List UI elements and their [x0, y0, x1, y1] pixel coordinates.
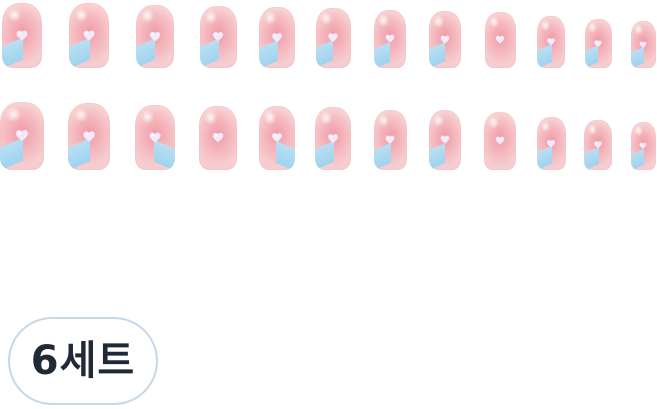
- nail-gloss-highlight: [74, 7, 89, 22]
- heart-icon: [212, 27, 224, 46]
- nail-gloss-highlight: [588, 22, 598, 34]
- heart-icon: [594, 137, 602, 152]
- set-count-label: 6세트: [30, 338, 136, 384]
- press-on-nail: [0, 102, 44, 170]
- press-on-nail: [630, 122, 656, 170]
- nail-gloss-highlight: [634, 24, 643, 35]
- nail-gloss-highlight: [264, 11, 277, 25]
- heart-icon: [385, 131, 395, 149]
- heart-icon: [440, 131, 450, 149]
- press-on-nail: [2, 3, 42, 68]
- nail-gloss-highlight: [320, 111, 333, 126]
- heart-icon: [149, 127, 161, 147]
- nail-gloss-highlight: [141, 9, 155, 24]
- nail-gloss-highlight: [540, 19, 551, 32]
- heart-icon: [639, 37, 647, 51]
- press-on-nail: [429, 11, 461, 68]
- heart-icon: [440, 31, 450, 48]
- press-on-nail: [136, 5, 174, 68]
- heart-icon: [15, 125, 29, 145]
- nail-gloss-highlight: [204, 10, 218, 24]
- heart-icon: [327, 129, 339, 148]
- press-on-nail: [584, 19, 612, 68]
- heart-icon: [547, 34, 555, 50]
- nail-gloss-highlight: [433, 14, 445, 28]
- press-on-nail: [315, 107, 351, 170]
- heart-icon: [16, 25, 28, 45]
- nail-gloss-highlight: [320, 12, 333, 26]
- heart-icon: [271, 128, 283, 147]
- heart-icon: [271, 28, 283, 46]
- press-on-nail: [373, 110, 407, 170]
- nail-row-2: [0, 98, 657, 176]
- press-on-nail: [374, 10, 406, 68]
- heart-icon: [639, 139, 647, 153]
- heart-icon: [149, 27, 161, 46]
- nail-gloss-highlight: [433, 114, 445, 128]
- nail-gloss-highlight: [488, 15, 500, 29]
- press-on-nail: [484, 112, 516, 170]
- heart-icon: [495, 132, 505, 149]
- press-on-nail: [315, 8, 351, 68]
- nail-gloss-highlight: [378, 114, 390, 128]
- heart-icon: [212, 128, 224, 147]
- nail-gloss-highlight: [634, 125, 643, 136]
- press-on-nail: [135, 105, 175, 170]
- press-on-nail: [630, 21, 656, 68]
- press-on-nail: [259, 106, 295, 170]
- press-on-nail: [484, 12, 516, 68]
- nail-gloss-highlight: [7, 7, 22, 22]
- press-on-nail: [537, 16, 565, 68]
- press-on-nail: [199, 106, 237, 170]
- heart-icon: [83, 126, 96, 146]
- heart-icon: [546, 135, 556, 151]
- nail-gloss-highlight: [264, 110, 277, 125]
- nail-gloss-highlight: [587, 123, 598, 135]
- nail-gloss-highlight: [6, 106, 22, 122]
- press-on-nail: [429, 110, 461, 170]
- nail-gloss-highlight: [488, 116, 500, 129]
- set-count-badge: 6세트: [8, 317, 158, 405]
- nail-gloss-highlight: [204, 110, 218, 125]
- nail-gloss-highlight: [73, 107, 89, 123]
- nail-gloss-highlight: [540, 120, 551, 133]
- press-on-nail: [584, 120, 612, 170]
- press-on-nail: [69, 3, 109, 68]
- nail-row-1: [0, 0, 657, 74]
- press-on-nail: [536, 117, 566, 170]
- heart-icon: [385, 30, 395, 47]
- nail-gloss-highlight: [378, 14, 390, 27]
- press-on-nail: [199, 6, 237, 68]
- heart-icon: [83, 25, 95, 45]
- heart-icon: [495, 31, 505, 48]
- heart-icon: [328, 29, 339, 47]
- press-on-nail: [68, 103, 110, 170]
- heart-icon: [594, 36, 602, 51]
- press-on-nail: [259, 7, 295, 68]
- nail-gloss-highlight: [140, 109, 155, 124]
